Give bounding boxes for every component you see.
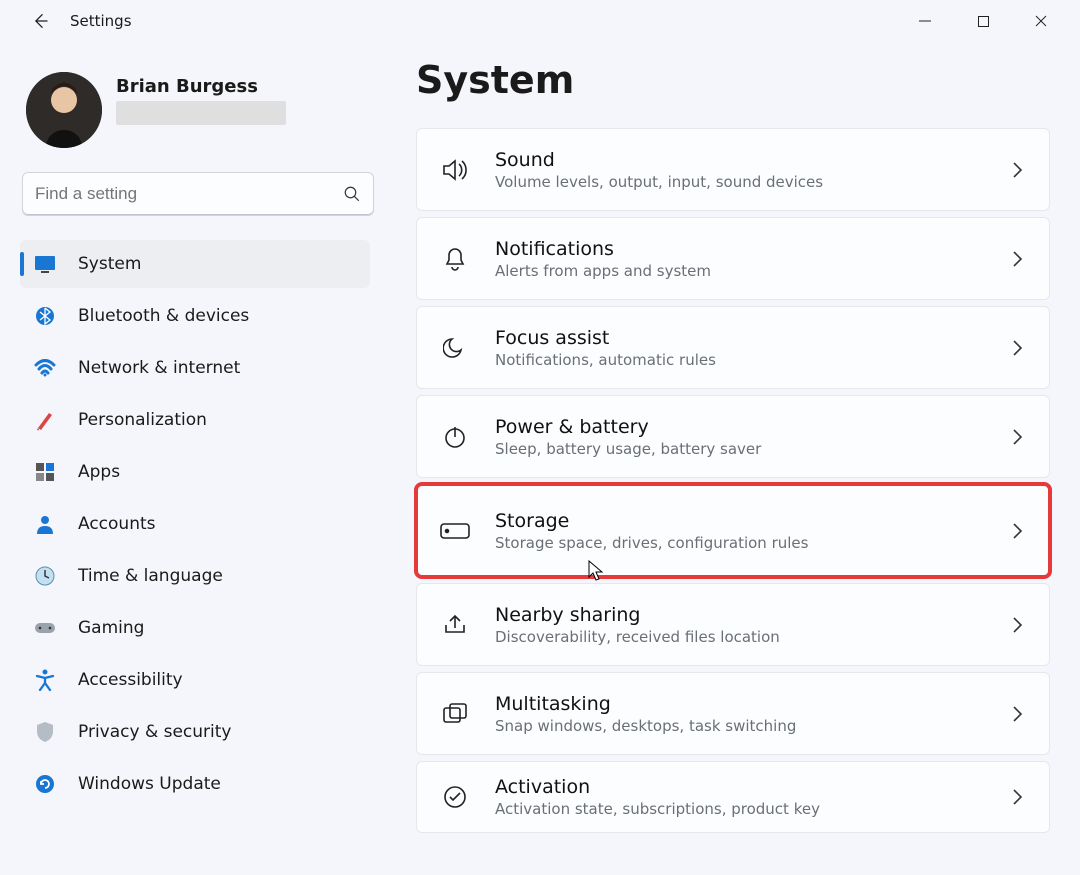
cards-list: Sound Volume levels, output, input, soun… [416, 128, 1050, 833]
card-notifications[interactable]: Notifications Alerts from apps and syste… [416, 217, 1050, 300]
sidebar-item-label: Personalization [78, 410, 207, 430]
power-icon [439, 421, 471, 453]
sidebar-item-label: Time & language [78, 566, 223, 586]
gamepad-icon [34, 617, 56, 639]
page-title: System [416, 58, 1050, 102]
sidebar-item-label: Accounts [78, 514, 156, 534]
chevron-right-icon [1007, 427, 1027, 447]
titlebar: Settings [0, 0, 1080, 42]
display-icon [34, 253, 56, 275]
sidebar-item-gaming[interactable]: Gaming [20, 604, 370, 652]
card-title: Focus assist [495, 327, 1007, 349]
sidebar-item-label: Accessibility [78, 670, 183, 690]
sidebar-item-label: Network & internet [78, 358, 240, 378]
paintbrush-icon [34, 409, 56, 431]
chevron-right-icon [1007, 787, 1027, 807]
card-multitasking[interactable]: Multitasking Snap windows, desktops, tas… [416, 672, 1050, 755]
sidebar-item-label: Gaming [78, 618, 144, 638]
chevron-right-icon [1007, 160, 1027, 180]
storage-icon [439, 515, 471, 547]
sound-icon [439, 154, 471, 186]
chevron-right-icon [1007, 249, 1027, 269]
search-box[interactable] [22, 172, 374, 216]
shield-icon [34, 721, 56, 743]
sidebar-item-label: Bluetooth & devices [78, 306, 249, 326]
sidebar-item-label: System [78, 254, 141, 274]
sidebar-item-label: Windows Update [78, 774, 221, 794]
card-sub: Discoverability, received files location [495, 628, 1007, 646]
sidebar-item-personalization[interactable]: Personalization [20, 396, 370, 444]
chevron-right-icon [1007, 704, 1027, 724]
search-icon [343, 185, 361, 203]
card-sub: Storage space, drives, configuration rul… [495, 534, 1007, 552]
card-title: Power & battery [495, 416, 1007, 438]
chevron-right-icon [1007, 615, 1027, 635]
card-title: Multitasking [495, 693, 1007, 715]
card-sub: Alerts from apps and system [495, 262, 1007, 280]
card-activation[interactable]: Activation Activation state, subscriptio… [416, 761, 1050, 833]
apps-icon [34, 461, 56, 483]
sidebar-item-accessibility[interactable]: Accessibility [20, 656, 370, 704]
search-input[interactable] [35, 184, 343, 204]
user-name: Brian Burgess [116, 76, 286, 97]
clock-icon [34, 565, 56, 587]
person-icon [34, 513, 56, 535]
card-nearby[interactable]: Nearby sharing Discoverability, received… [416, 583, 1050, 666]
multitask-icon [439, 698, 471, 730]
sidebar-item-label: Privacy & security [78, 722, 232, 742]
user-block[interactable]: Brian Burgess [20, 72, 370, 172]
update-icon [34, 773, 56, 795]
window-controls [896, 0, 1070, 42]
bell-icon [439, 243, 471, 275]
card-focus[interactable]: Focus assist Notifications, automatic ru… [416, 306, 1050, 389]
sidebar-item-accounts[interactable]: Accounts [20, 500, 370, 548]
bluetooth-icon [34, 305, 56, 327]
avatar [26, 72, 102, 148]
nav: System Bluetooth & devices Network & int… [20, 238, 370, 810]
maximize-button[interactable] [954, 0, 1012, 42]
app-title: Settings [70, 12, 132, 30]
card-title: Storage [495, 510, 1007, 532]
card-title: Activation [495, 776, 1007, 798]
card-sound[interactable]: Sound Volume levels, output, input, soun… [416, 128, 1050, 211]
card-sub: Snap windows, desktops, task switching [495, 717, 1007, 735]
card-title: Nearby sharing [495, 604, 1007, 626]
chevron-right-icon [1007, 338, 1027, 358]
sidebar-item-label: Apps [78, 462, 120, 482]
minimize-button[interactable] [896, 0, 954, 42]
card-sub: Sleep, battery usage, battery saver [495, 440, 1007, 458]
share-icon [439, 609, 471, 641]
card-sub: Notifications, automatic rules [495, 351, 1007, 369]
card-title: Notifications [495, 238, 1007, 260]
user-email-placeholder [116, 101, 286, 125]
sidebar-item-network[interactable]: Network & internet [20, 344, 370, 392]
sidebar-item-system[interactable]: System [20, 240, 370, 288]
close-button[interactable] [1012, 0, 1070, 42]
card-title: Sound [495, 149, 1007, 171]
chevron-right-icon [1007, 521, 1027, 541]
wifi-icon [34, 357, 56, 379]
card-sub: Activation state, subscriptions, product… [495, 800, 1007, 818]
card-power[interactable]: Power & battery Sleep, battery usage, ba… [416, 395, 1050, 478]
check-circle-icon [439, 781, 471, 813]
sidebar-item-privacy[interactable]: Privacy & security [20, 708, 370, 756]
sidebar-item-time[interactable]: Time & language [20, 552, 370, 600]
card-sub: Volume levels, output, input, sound devi… [495, 173, 1007, 191]
sidebar-item-update[interactable]: Windows Update [20, 760, 370, 808]
moon-icon [439, 332, 471, 364]
sidebar-item-bluetooth[interactable]: Bluetooth & devices [20, 292, 370, 340]
card-storage[interactable]: Storage Storage space, drives, configura… [416, 484, 1050, 577]
main-panel: System Sound Volume levels, output, inpu… [380, 42, 1080, 833]
accessibility-icon [34, 669, 56, 691]
back-button[interactable] [20, 1, 60, 41]
sidebar-item-apps[interactable]: Apps [20, 448, 370, 496]
sidebar: Brian Burgess System Bluetooth & devices… [0, 42, 380, 833]
